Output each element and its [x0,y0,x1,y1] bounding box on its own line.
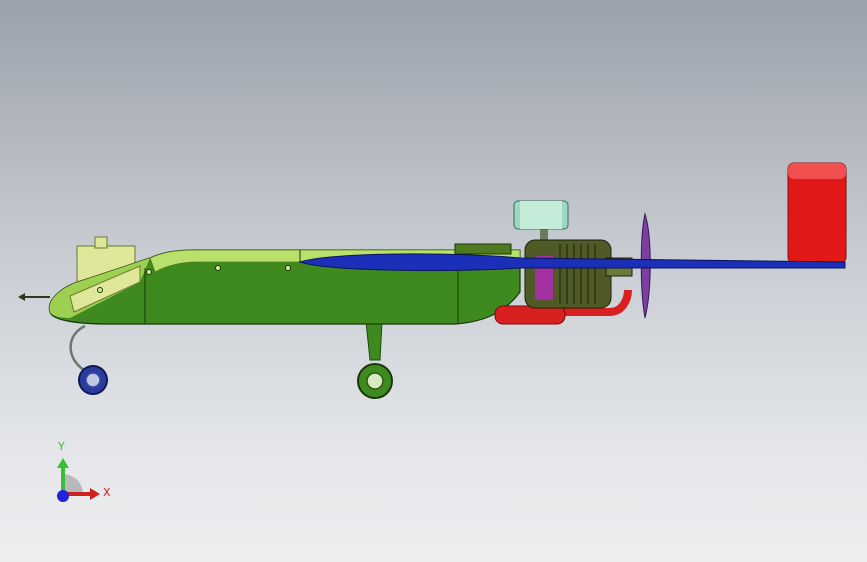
stabilizer-highlight [788,163,846,179]
rivet [97,287,103,293]
rivet [285,265,291,271]
z-axis-dot [57,490,69,502]
main-gear-strut [365,321,383,361]
pitot-tip [18,293,25,301]
orientation-triad [57,458,100,502]
main-wheel-hub [366,372,384,390]
rivet [215,265,221,271]
rivet [146,269,152,275]
x-axis-head [90,488,100,500]
fuel-cap [94,236,108,249]
muffler [494,305,566,325]
y-axis-label: Y [58,440,65,453]
cad-viewport[interactable]: Y X [0,0,867,562]
nose-gear-strut [69,324,86,372]
x-axis-label: X [103,486,111,499]
y-axis-head [57,458,69,468]
air-filter-highlight [520,201,562,229]
hatch [454,243,512,255]
nose-wheel-hub [85,372,101,388]
uav-model[interactable] [0,0,867,562]
